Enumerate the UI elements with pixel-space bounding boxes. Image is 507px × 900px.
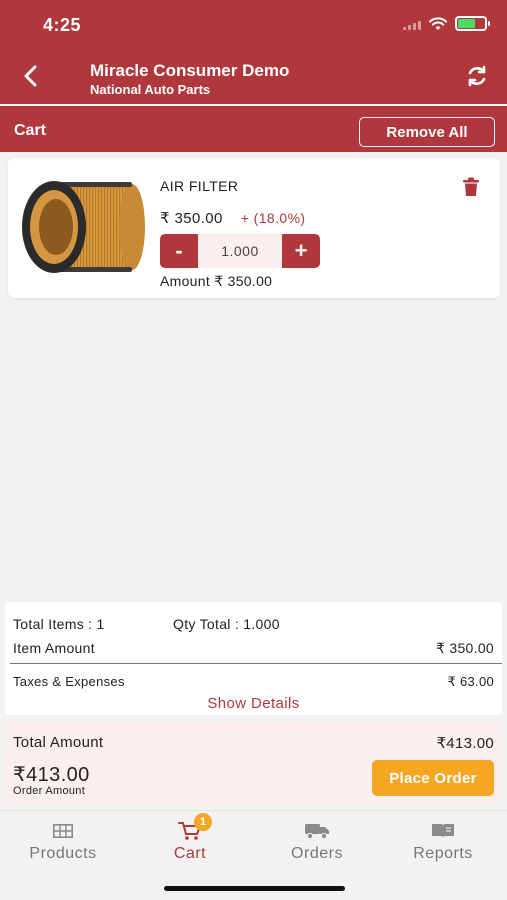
order-amount-value: ₹413.00: [13, 764, 90, 786]
price-row: ₹ 350.00 + (18.0%): [160, 209, 305, 227]
tab-products[interactable]: Products: [3, 819, 123, 863]
show-details-link[interactable]: Show Details: [5, 695, 502, 712]
header-divider: [0, 104, 507, 106]
app-subtitle: National Auto Parts: [90, 82, 211, 97]
cart-badge: 1: [194, 813, 212, 831]
tab-cart[interactable]: 1 Cart: [130, 813, 250, 863]
truck-icon: [305, 824, 329, 840]
tab-orders[interactable]: Orders: [257, 819, 377, 863]
status-icons: [403, 16, 490, 31]
quantity-field[interactable]: 1.000: [198, 234, 282, 268]
cart-item-card: AIR FILTER ₹ 350.00 + (18.0%) - 1.000 + …: [8, 158, 500, 298]
item-tax: + (18.0%): [240, 210, 306, 226]
summary-card: Total Items : 1 Qty Total : 1.000 Item A…: [5, 602, 502, 715]
total-card: Total Amount ₹413.00 ₹413.00 Order Amoun…: [5, 722, 502, 806]
order-amount-caption: Order Amount: [13, 785, 86, 797]
item-amount-label: Item Amount: [13, 640, 95, 656]
tab-label: Products: [29, 845, 97, 862]
chevron-left-icon: [24, 65, 37, 87]
item-amount: Amount ₹ 350.00: [160, 273, 273, 289]
tab-label: Cart: [173, 845, 207, 862]
delete-item-button[interactable]: [462, 177, 480, 197]
tab-reports[interactable]: Reports: [383, 819, 503, 863]
wifi-icon: [429, 16, 447, 30]
battery-icon: [455, 16, 490, 31]
place-order-button[interactable]: Place Order: [372, 760, 494, 796]
total-amount-value: ₹413.00: [436, 735, 494, 752]
back-button[interactable]: [16, 60, 44, 92]
taxes-label: Taxes & Expenses: [13, 674, 125, 689]
refresh-button[interactable]: [463, 62, 491, 90]
total-amount-label: Total Amount: [13, 734, 104, 751]
decrease-quantity-button[interactable]: -: [160, 234, 198, 268]
summary-divider: [10, 663, 502, 664]
increase-quantity-button[interactable]: +: [282, 234, 320, 268]
header-titles: Miracle Consumer Demo National Auto Part…: [90, 61, 289, 98]
remove-all-button[interactable]: Remove All: [359, 117, 495, 147]
cart-heading: Cart: [14, 122, 47, 139]
signal-icon: [403, 18, 421, 30]
app-header: 4:25 Miracle Consumer Demo National Auto…: [0, 0, 507, 152]
air-filter-image: [22, 181, 145, 273]
status-time: 4:25: [43, 15, 82, 35]
taxes-value: ₹ 63.00: [447, 674, 494, 689]
qty-total: Qty Total : 1.000: [173, 616, 280, 632]
item-name: AIR FILTER: [160, 178, 239, 194]
total-items: Total Items : 1: [13, 616, 105, 632]
trash-icon: [463, 177, 479, 196]
item-amount-value: ₹ 350.00: [435, 640, 494, 656]
tab-label: Orders: [291, 845, 343, 862]
refresh-icon: [468, 65, 486, 87]
book-icon: [432, 824, 454, 838]
tab-label: Reports: [413, 845, 473, 862]
grid-icon: [53, 824, 73, 838]
quantity-stepper: - 1.000 +: [160, 234, 320, 268]
item-price: ₹ 350.00: [160, 210, 223, 227]
home-indicator[interactable]: [164, 886, 345, 891]
app-title: Miracle Consumer Demo: [90, 61, 290, 80]
